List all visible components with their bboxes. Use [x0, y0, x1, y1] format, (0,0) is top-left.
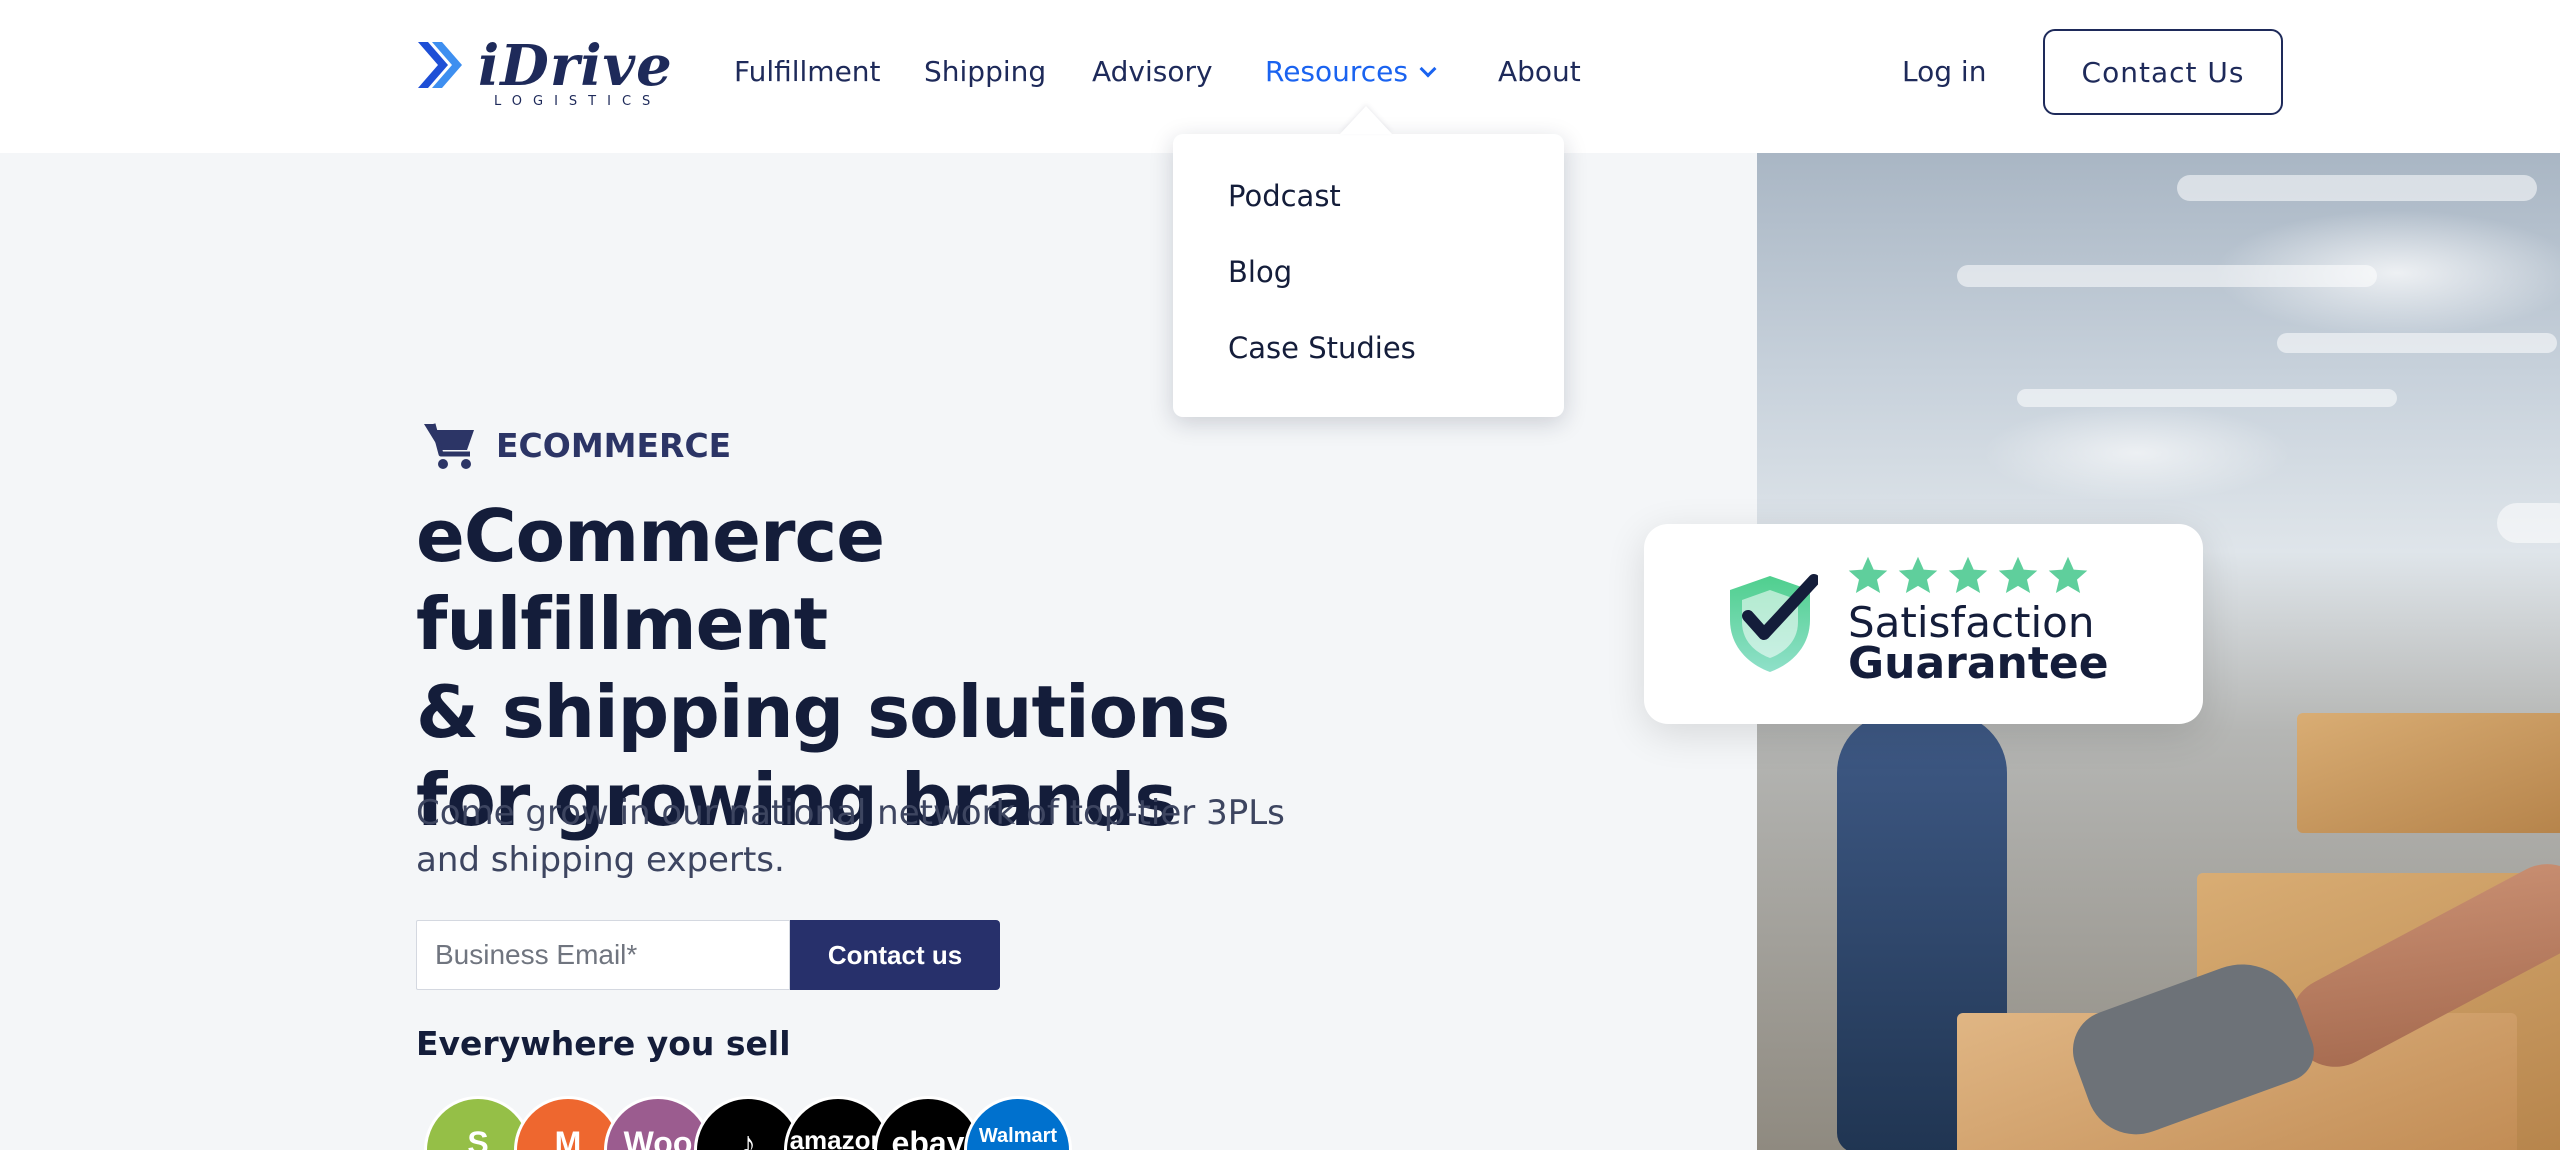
sell-channels-title: Everywhere you sell	[416, 1024, 791, 1063]
satisfaction-badge: Satisfaction Guarantee	[1644, 524, 2203, 724]
shopping-cart-icon	[424, 423, 474, 469]
shield-check-icon	[1730, 574, 1818, 672]
nav-resources-label: Resources	[1265, 55, 1408, 88]
logo[interactable]: iDrive LOGISTICS	[418, 34, 672, 114]
contact-us-button[interactable]: Contact Us	[2043, 29, 2283, 115]
logo-subtitle: LOGISTICS	[494, 94, 662, 109]
star-icon	[1998, 556, 2038, 594]
badge-line-2: Guarantee	[1848, 638, 2109, 689]
menu-item-blog[interactable]: Blog	[1228, 252, 1292, 292]
chevron-down-icon	[1419, 60, 1437, 78]
nav-shipping[interactable]: Shipping	[924, 52, 1046, 92]
subtext-line: Come grow in our national network of top…	[416, 793, 1285, 833]
chevrons-icon	[418, 42, 462, 88]
site-header: iDrive LOGISTICS Fulfillment Shipping Ad…	[0, 0, 2560, 153]
headline-line: & shipping solutions	[416, 670, 1230, 754]
nav-fulfillment[interactable]: Fulfillment	[734, 52, 881, 92]
headline-line: eCommerce fulfillment	[416, 494, 885, 666]
dropdown-caret	[1340, 106, 1392, 134]
walmart-icon: Walmart	[964, 1096, 1072, 1150]
menu-item-podcast[interactable]: Podcast	[1228, 176, 1341, 216]
menu-item-case-studies[interactable]: Case Studies	[1228, 328, 1416, 368]
star-icon	[1848, 556, 1888, 594]
star-icon	[2048, 556, 2088, 594]
login-link[interactable]: Log in	[1902, 52, 1986, 92]
nav-about[interactable]: About	[1498, 52, 1581, 92]
logo-wordmark: iDrive	[478, 33, 673, 99]
resources-dropdown: Podcast Blog Case Studies	[1173, 134, 1564, 417]
subtext-line: and shipping experts.	[416, 840, 785, 880]
business-email-input[interactable]	[416, 920, 790, 990]
nav-resources[interactable]: Resources	[1265, 52, 1437, 92]
star-icon	[1898, 556, 1938, 594]
category-tag-label: ECOMMERCE	[496, 426, 732, 465]
nav-advisory[interactable]: Advisory	[1092, 52, 1213, 92]
star-icon	[1948, 556, 1988, 594]
contact-submit-button[interactable]: Contact us	[790, 920, 1000, 990]
hero-subtext: Come grow in our national network of top…	[416, 790, 1316, 884]
